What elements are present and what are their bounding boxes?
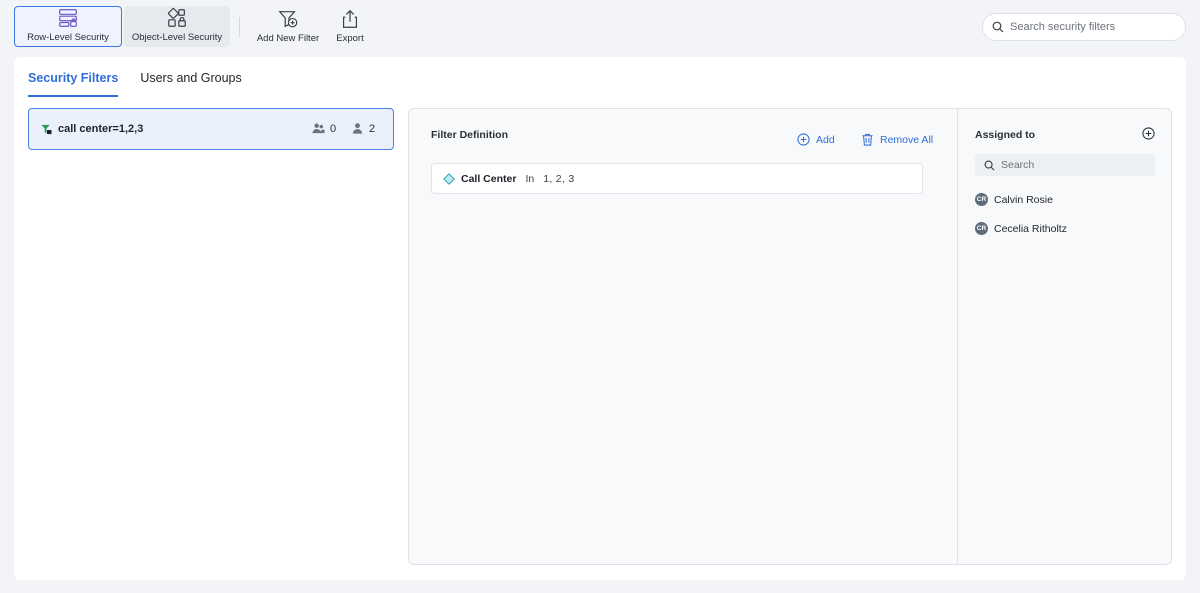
export-label: Export [336,33,364,44]
groups-count-value: 0 [330,122,337,135]
filter-users-count: 2 [351,122,375,135]
security-filter-search[interactable] [982,13,1186,41]
remove-all-label: Remove All [880,133,934,146]
add-label: Add [816,133,835,146]
object-level-security-label: Object-Level Security [131,32,223,43]
assigned-to-title: Assigned to [975,129,1036,141]
condition-values: 1, 2, 3 [543,172,575,185]
assigned-user-item[interactable]: CR Cecelia Ritholtz [975,222,1067,235]
row-level-security-label: Row-Level Security [27,32,109,43]
tab-users-and-groups[interactable]: Users and Groups [140,71,241,97]
tab-security-filters[interactable]: Security Filters [28,71,119,97]
search-icon [992,21,1004,33]
toolbar-divider [239,17,240,37]
condition-operator: In [525,172,535,185]
plus-circle-icon [797,133,810,146]
groups-icon [312,123,325,134]
attribute-icon [443,172,455,185]
remove-all-button[interactable]: Remove All [861,133,933,146]
filter-condition-row[interactable]: Call Center In 1, 2, 3 [431,163,923,194]
assignee-search-input[interactable] [1001,159,1141,171]
assigned-user-name: Cecelia Ritholtz [994,222,1067,235]
object-level-security-icon [167,8,186,27]
avatar: CR [975,193,988,206]
assigned-to-pane: Assigned to CR Calvin Rosie CR Cecelia R… [957,109,1171,564]
object-level-security-button[interactable]: Object-Level Security [124,6,230,47]
main-panel: Security Filters Users and Groups call c… [14,57,1186,580]
export-button[interactable]: Export [330,6,370,47]
add-new-filter-button[interactable]: Add New Filter [250,6,326,47]
add-new-filter-label: Add New Filter [256,33,320,44]
export-icon [342,9,358,28]
filter-detail-panel: Filter Definition Add Remove All Call Ce… [408,108,1172,565]
row-level-security-icon [59,9,77,27]
add-filter-icon [278,11,298,28]
condition-field: Call Center [461,172,517,185]
row-level-security-button[interactable]: Row-Level Security [14,6,122,47]
search-security-filters-input[interactable] [1010,21,1170,33]
user-icon [352,123,363,134]
filter-list-item[interactable]: call center=1,2,3 0 2 [28,108,394,150]
assigned-user-name: Calvin Rosie [994,193,1053,206]
toolbar: Row-Level Security Object-Level Security… [0,0,1200,56]
tab-bar: Security Filters Users and Groups [28,71,264,97]
add-assignee-icon[interactable] [1142,127,1155,140]
users-count-value: 2 [369,122,376,135]
security-filter-icon [41,124,52,134]
search-icon [984,160,995,170]
avatar: CR [975,222,988,235]
filter-groups-count: 0 [312,122,336,135]
add-condition-button[interactable]: Add [797,133,835,146]
assignee-search[interactable] [975,154,1155,176]
filter-name: call center=1,2,3 [58,123,144,135]
filter-definition-pane: Filter Definition Add Remove All Call Ce… [409,109,957,564]
trash-icon [862,133,873,146]
filter-definition-title: Filter Definition [431,129,508,141]
assigned-user-item[interactable]: CR Calvin Rosie [975,193,1053,206]
